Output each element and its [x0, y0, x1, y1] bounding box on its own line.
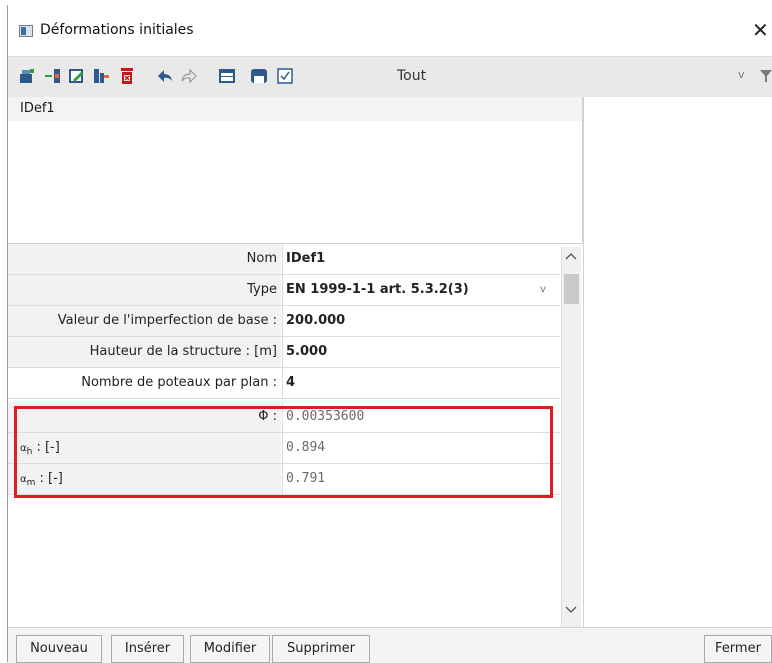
base-imperfection-label: Valeur de l'imperfection de base : — [8, 306, 281, 336]
phi-label: Φ : — [8, 402, 281, 432]
list-item[interactable]: IDef1 — [8, 97, 582, 121]
scroll-down-icon[interactable] — [565, 605, 577, 615]
alpha-m-value: 0.791 — [286, 471, 326, 486]
delete-icon[interactable] — [118, 67, 136, 85]
alpha-h-label: αh : [-] — [8, 433, 281, 463]
new-button[interactable]: Nouveau — [16, 635, 102, 663]
type-value[interactable]: EN 1999-1-1 art. 5.3.2(3) — [286, 275, 469, 305]
alpha-h-value: 0.894 — [286, 440, 326, 455]
window-title: Déformations initiales — [40, 22, 194, 38]
properties-scrollbar[interactable] — [561, 247, 581, 627]
phi-value: 0.00353600 — [286, 409, 365, 424]
chevron-down-icon[interactable]: v — [540, 284, 546, 295]
close-dialog-button[interactable]: Fermer — [704, 635, 772, 663]
base-imperfection-value[interactable]: 200.000 — [286, 306, 345, 336]
insert-icon[interactable] — [44, 67, 62, 85]
alpha-m-symbol: α — [20, 474, 27, 485]
close-button[interactable]: ✕ — [752, 18, 769, 42]
prop-row-alpha-m: αm : [-] 0.791 — [8, 464, 560, 495]
modify-button[interactable]: Modifier — [190, 635, 270, 663]
prop-row-structure-height: Hauteur de la structure : [m] 5.000 — [8, 337, 560, 368]
redo-icon[interactable] — [180, 67, 198, 85]
prop-row-alpha-h: αh : [-] 0.894 — [8, 433, 560, 464]
type-label: Type — [8, 275, 281, 305]
columns-per-plane-label: Nombre de poteaux par plan : — [8, 368, 281, 398]
columns-per-plane-value[interactable]: 4 — [286, 368, 295, 398]
delete-button[interactable]: Supprimer — [272, 635, 370, 663]
structure-height-value[interactable]: 5.000 — [286, 337, 327, 367]
scroll-thumb[interactable] — [564, 274, 579, 304]
toolbar: Tout v — [8, 56, 772, 98]
button-bar: Nouveau Insérer Modifier Supprimer Ferme… — [8, 627, 772, 663]
prop-row-columns-per-plane: Nombre de poteaux par plan : 4 — [8, 368, 560, 399]
app-icon — [19, 25, 33, 37]
prop-row-base-imperfection: Valeur de l'imperfection de base : 200.0… — [8, 306, 560, 337]
undo-icon[interactable] — [156, 67, 174, 85]
columns-per-plane-field[interactable] — [282, 368, 560, 398]
table-icon[interactable] — [218, 67, 236, 85]
prop-row-phi: Φ : 0.00353600 — [8, 402, 560, 433]
new-icon[interactable] — [18, 67, 36, 85]
alpha-h-unit: : [-] — [32, 440, 60, 455]
preview-pane — [583, 97, 772, 627]
structure-height-label: Hauteur de la structure : [m] — [8, 337, 281, 367]
nom-label: Nom — [8, 244, 281, 274]
properties-panel: Nom IDef1 Type EN 1999-1-1 art. 5.3.2(3)… — [8, 243, 582, 628]
edit-icon[interactable] — [68, 67, 86, 85]
copy-icon[interactable] — [92, 67, 110, 85]
prop-row-nom: Nom IDef1 — [8, 244, 560, 275]
alpha-h-symbol: α — [20, 443, 27, 454]
scroll-up-icon[interactable] — [565, 251, 577, 261]
filter-all-label[interactable]: Tout — [397, 68, 426, 84]
check-icon[interactable] — [276, 67, 294, 85]
prop-row-type: Type EN 1999-1-1 art. 5.3.2(3) v — [8, 275, 560, 306]
alpha-m-label: αm : [-] — [8, 464, 281, 494]
insert-button[interactable]: Insérer — [111, 635, 184, 663]
save-icon[interactable] — [250, 67, 268, 85]
filter-icon[interactable] — [759, 68, 772, 84]
alpha-m-unit: : [-] — [35, 471, 63, 486]
items-list: IDef1 — [8, 97, 583, 243]
dialog-window: Déformations initiales ✕ Tout v IDef1 No… — [0, 0, 772, 663]
chevron-down-icon[interactable]: v — [738, 68, 745, 81]
nom-value[interactable]: IDef1 — [286, 244, 325, 274]
